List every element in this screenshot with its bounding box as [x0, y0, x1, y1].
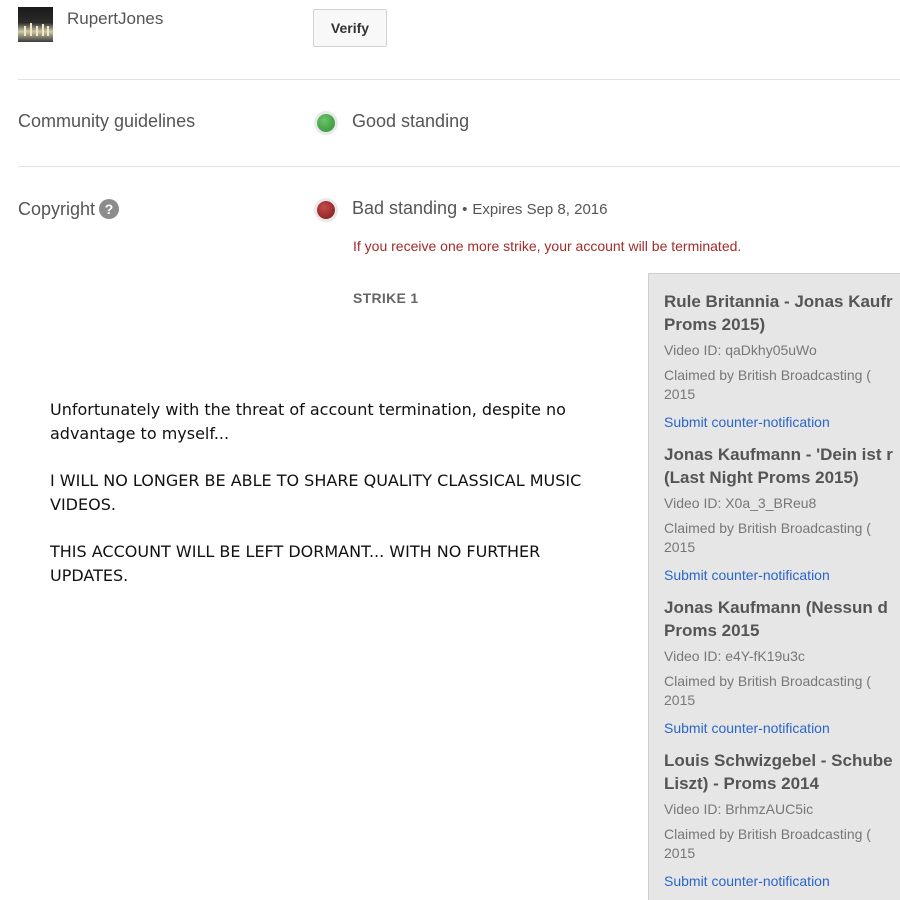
- message-paragraph: Unfortunately with the threat of account…: [50, 400, 566, 443]
- claim-claimant: Claimed by British Broadcasting ( 2015: [664, 367, 871, 402]
- question-mark-icon[interactable]: ?: [99, 199, 120, 219]
- claim-item: Jonas Kaufmann - 'Dein ist r (Last Night…: [664, 443, 900, 585]
- claim-video-title: Jonas Kaufmann (Nessun d Proms 2015: [664, 598, 888, 640]
- strike-claims-panel: Rule Britannia - Jonas Kaufr Proms 2015)…: [648, 273, 900, 900]
- copyright-label: Copyright?: [18, 199, 120, 220]
- claim-video-title: Louis Schwizgebel - Schube Liszt) - Prom…: [664, 751, 893, 793]
- overlay-message: Unfortunately with the threat of account…: [50, 398, 610, 611]
- submit-counter-notification-link[interactable]: Submit counter-notification: [664, 414, 830, 430]
- expires-date: Expires Sep 8, 2016: [472, 201, 608, 218]
- claim-item: Louis Schwizgebel - Schube Liszt) - Prom…: [664, 749, 900, 891]
- copyright-status-line: Bad standing • Expires Sep 8, 2016: [352, 198, 607, 219]
- submit-counter-notification-link[interactable]: Submit counter-notification: [664, 720, 830, 736]
- verify-button[interactable]: Verify: [313, 9, 387, 47]
- submit-counter-notification-link[interactable]: Submit counter-notification: [664, 567, 830, 583]
- claim-video-id: Video ID: e4Y-fK19u3c: [664, 648, 805, 664]
- good-status-indicator-icon: [317, 114, 335, 132]
- strike-label: STRIKE 1: [353, 290, 419, 306]
- status-separator: •: [462, 201, 468, 218]
- channel-status-page: RupertJones Verify Community guidelines …: [0, 0, 900, 900]
- claim-item: Rule Britannia - Jonas Kaufr Proms 2015)…: [664, 290, 900, 432]
- message-paragraph: THIS ACCOUNT WILL BE LEFT DORMANT... WIT…: [50, 542, 541, 585]
- community-status: Good standing: [352, 111, 470, 131]
- username: RupertJones: [67, 9, 164, 28]
- copyright-status: Bad standing: [352, 198, 458, 218]
- bad-status-indicator-icon: [317, 201, 335, 219]
- copyright-label-text: Copyright: [18, 199, 96, 219]
- community-guidelines-label: Community guidelines: [18, 111, 196, 131]
- submit-counter-notification-link[interactable]: Submit counter-notification: [664, 873, 830, 889]
- avatar[interactable]: [18, 7, 53, 42]
- claim-video-id: Video ID: X0a_3_BReu8: [664, 495, 817, 511]
- claim-video-id: Video ID: BrhmzAUC5ic: [664, 801, 814, 817]
- divider: [18, 166, 900, 167]
- termination-warning: If you receive one more strike, your acc…: [353, 238, 742, 254]
- claim-video-id: Video ID: qaDkhy05uWo: [664, 342, 817, 358]
- claim-claimant: Claimed by British Broadcasting ( 2015: [664, 826, 871, 861]
- claim-video-title: Rule Britannia - Jonas Kaufr Proms 2015): [664, 292, 893, 334]
- divider: [18, 79, 900, 80]
- claim-item: Jonas Kaufmann (Nessun d Proms 2015 Vide…: [664, 596, 900, 738]
- message-paragraph: I WILL NO LONGER BE ABLE TO SHARE QUALIT…: [50, 471, 582, 514]
- claim-claimant: Claimed by British Broadcasting ( 2015: [664, 520, 871, 555]
- claim-claimant: Claimed by British Broadcasting ( 2015: [664, 673, 871, 708]
- claim-video-title: Jonas Kaufmann - 'Dein ist r (Last Night…: [664, 445, 893, 487]
